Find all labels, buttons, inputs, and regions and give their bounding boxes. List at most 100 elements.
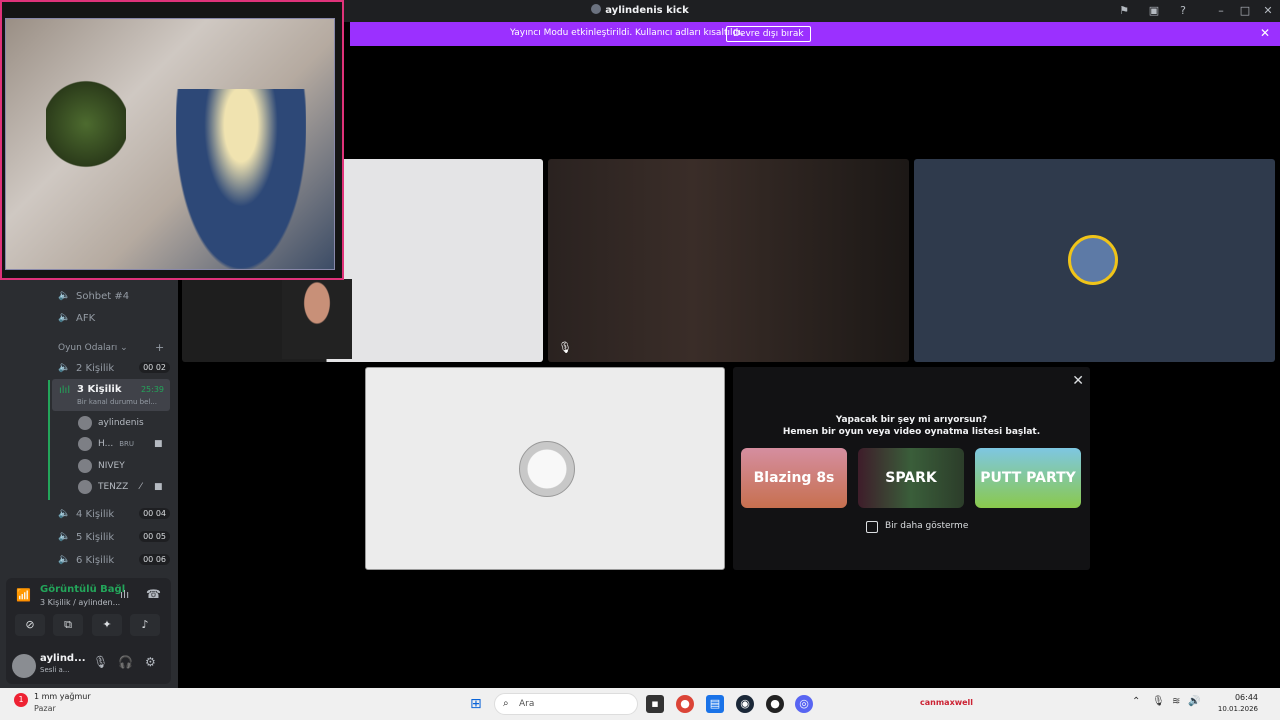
user-name: aylindenis (98, 418, 144, 428)
screen-share-button[interactable]: ⧉ (53, 614, 83, 636)
voice-status-title[interactable]: Görüntülü Bağl (40, 584, 125, 595)
user-name: aylind... (40, 653, 86, 664)
add-channel-icon[interactable]: + (155, 341, 164, 354)
disconnect-icon[interactable]: ☎ (146, 587, 161, 601)
badge-b: 06 (155, 555, 166, 564)
channel-3-kisilik[interactable]: ılıl 3 Kişilik 25:39 Bir kanal durumu be… (52, 379, 170, 411)
inbox-icon[interactable]: ⚑ (1116, 3, 1132, 19)
streamer-mode-banner: Yayıncı Modu etkinleştirildi. Kullanıcı … (350, 22, 1280, 46)
voice-user[interactable]: aylindenis (78, 414, 144, 432)
channel-badge: 00 02 (139, 362, 170, 373)
noise-suppression-icon[interactable]: ılı (120, 588, 129, 601)
streamer-image (176, 89, 306, 269)
clock-date[interactable]: 10.01.2026 (1200, 705, 1258, 713)
channel-label: AFK (76, 312, 96, 324)
game-card-blazing[interactable]: Blazing 8s (741, 448, 847, 508)
badge-b: 02 (155, 363, 166, 372)
user-name: TENZZ (98, 482, 129, 492)
mic-tray-icon[interactable]: 🎙 (1152, 696, 1165, 707)
banner-message: Yayıncı Modu etkinleştirildi. Kullanıcı … (510, 28, 744, 38)
signal-icon: 📶 (16, 588, 31, 602)
channel-label: 4 Kişilik (76, 508, 115, 520)
channel-badge: 00 05 (139, 531, 170, 542)
dont-show-checkbox[interactable] (866, 521, 878, 533)
settings-gear-icon[interactable]: ⚙ (145, 655, 156, 669)
badge-a: 00 (143, 509, 154, 518)
game-name: PUTT PARTY (980, 470, 1076, 486)
activities-button[interactable]: ✦ (92, 614, 122, 636)
camera-icon: ■ (154, 482, 163, 492)
channel-4-kisilik[interactable]: 🔈 4 Kişilik 00 04 (58, 505, 170, 523)
server-icon (591, 4, 602, 14)
minimize-button[interactable]: – (1213, 3, 1229, 19)
voice-user[interactable]: NIVEY (78, 457, 125, 475)
voice-user[interactable]: TENZZ ⁄ ■ (78, 478, 163, 496)
discord-icon[interactable]: ◎ (795, 695, 813, 713)
help-icon[interactable]: ? (1175, 3, 1191, 19)
start-icon[interactable]: ⊞ (470, 696, 482, 712)
user-extra: BRU (119, 440, 134, 448)
close-icon[interactable]: ✕ (1072, 373, 1084, 389)
participant-avatar (519, 441, 575, 497)
game-name: Blazing 8s (753, 470, 835, 486)
steam-icon[interactable]: ◉ (736, 695, 754, 713)
clock-time[interactable]: 06:44 (1222, 693, 1258, 702)
channel-timer: 25:39 (140, 385, 164, 394)
channel-status: Bir kanal durumu bel... (77, 398, 158, 406)
activity-suggestion-panel: ✕ Yapacak bir şey mi arıyorsun? Hemen bi… (733, 367, 1090, 570)
camera-toggle-button[interactable]: ⊘ (15, 614, 45, 636)
channel-6-kisilik[interactable]: 🔈 6 Kişilik 00 06 (58, 551, 170, 569)
store-icon[interactable]: ▤ (706, 695, 724, 713)
headphones-icon[interactable]: 🎧 (118, 655, 133, 669)
weather-icon[interactable]: 1 (14, 693, 28, 707)
user-name: H... (98, 439, 114, 449)
participant-video (282, 279, 352, 359)
maximize-button[interactable]: □ (1237, 3, 1253, 19)
video-tile[interactable] (365, 367, 725, 570)
watermark: canmaxwell (920, 698, 974, 707)
channel-afk[interactable]: 🔈 AFK (58, 309, 95, 327)
tray-chevron-icon[interactable]: ⌃ (1132, 696, 1140, 707)
checkbox-label: Bir daha gösterme (885, 521, 969, 531)
badge-a: 00 (143, 555, 154, 564)
task-view-icon[interactable]: ▪ (646, 695, 664, 713)
taskbar-search[interactable]: ⌕ Ara (494, 693, 638, 715)
category-header[interactable]: Oyun Odaları ⌄ (58, 343, 128, 353)
avatar[interactable] (12, 654, 36, 678)
badge-b: 05 (155, 532, 166, 541)
avatar (78, 459, 92, 473)
channel-2-kisilik[interactable]: 🔈 2 Kişilik 00 02 (58, 359, 170, 377)
game-card-spark[interactable]: SPARK (858, 448, 964, 508)
banner-close-icon[interactable]: ✕ (1260, 26, 1270, 40)
game-name: SPARK (885, 470, 937, 486)
webcam-overlay (0, 0, 344, 280)
badge-b: 04 (155, 509, 166, 518)
channel-badge: 00 04 (139, 508, 170, 519)
microphone-icon[interactable]: 🎙 (93, 655, 108, 669)
video-tile[interactable] (914, 159, 1275, 362)
soundboard-button[interactable]: ♪ (130, 614, 160, 636)
voice-wave-icon: ılıl (59, 385, 71, 396)
weather-sub: Pazar (34, 704, 56, 713)
volume-icon[interactable]: 🔊 (1188, 696, 1200, 707)
chrome-icon[interactable]: ● (676, 695, 694, 713)
channel-label: 3 Kişilik (77, 384, 122, 395)
wifi-icon[interactable]: ≋ (1172, 696, 1180, 707)
screen-icon[interactable]: ▣ (1146, 3, 1162, 19)
app-icon[interactable]: ● (766, 695, 784, 713)
speaker-icon: 🔈 (58, 290, 71, 301)
disable-button[interactable]: Devre dışı bırak (726, 26, 811, 42)
camera-icon: ■ (154, 439, 163, 449)
game-card-putt-party[interactable]: PUTT PARTY (975, 448, 1081, 508)
channel-5-kisilik[interactable]: 🔈 5 Kişilik 00 05 (58, 528, 170, 546)
channel-sohbet-4[interactable]: 🔈 Sohbet #4 (58, 287, 129, 305)
activity-heading: Yapacak bir şey mi arıyorsun? (835, 415, 988, 425)
video-tile[interactable]: 🎙 (548, 159, 909, 362)
badge-a: 00 (143, 532, 154, 541)
muted-mic-icon: 🎙 (558, 341, 572, 354)
close-button[interactable]: ✕ (1260, 3, 1276, 19)
search-placeholder: Ara (519, 699, 535, 709)
voice-user[interactable]: H... BRU ■ (78, 435, 163, 453)
search-icon: ⌕ (503, 698, 509, 709)
muted-icon: ⁄ (140, 482, 142, 492)
